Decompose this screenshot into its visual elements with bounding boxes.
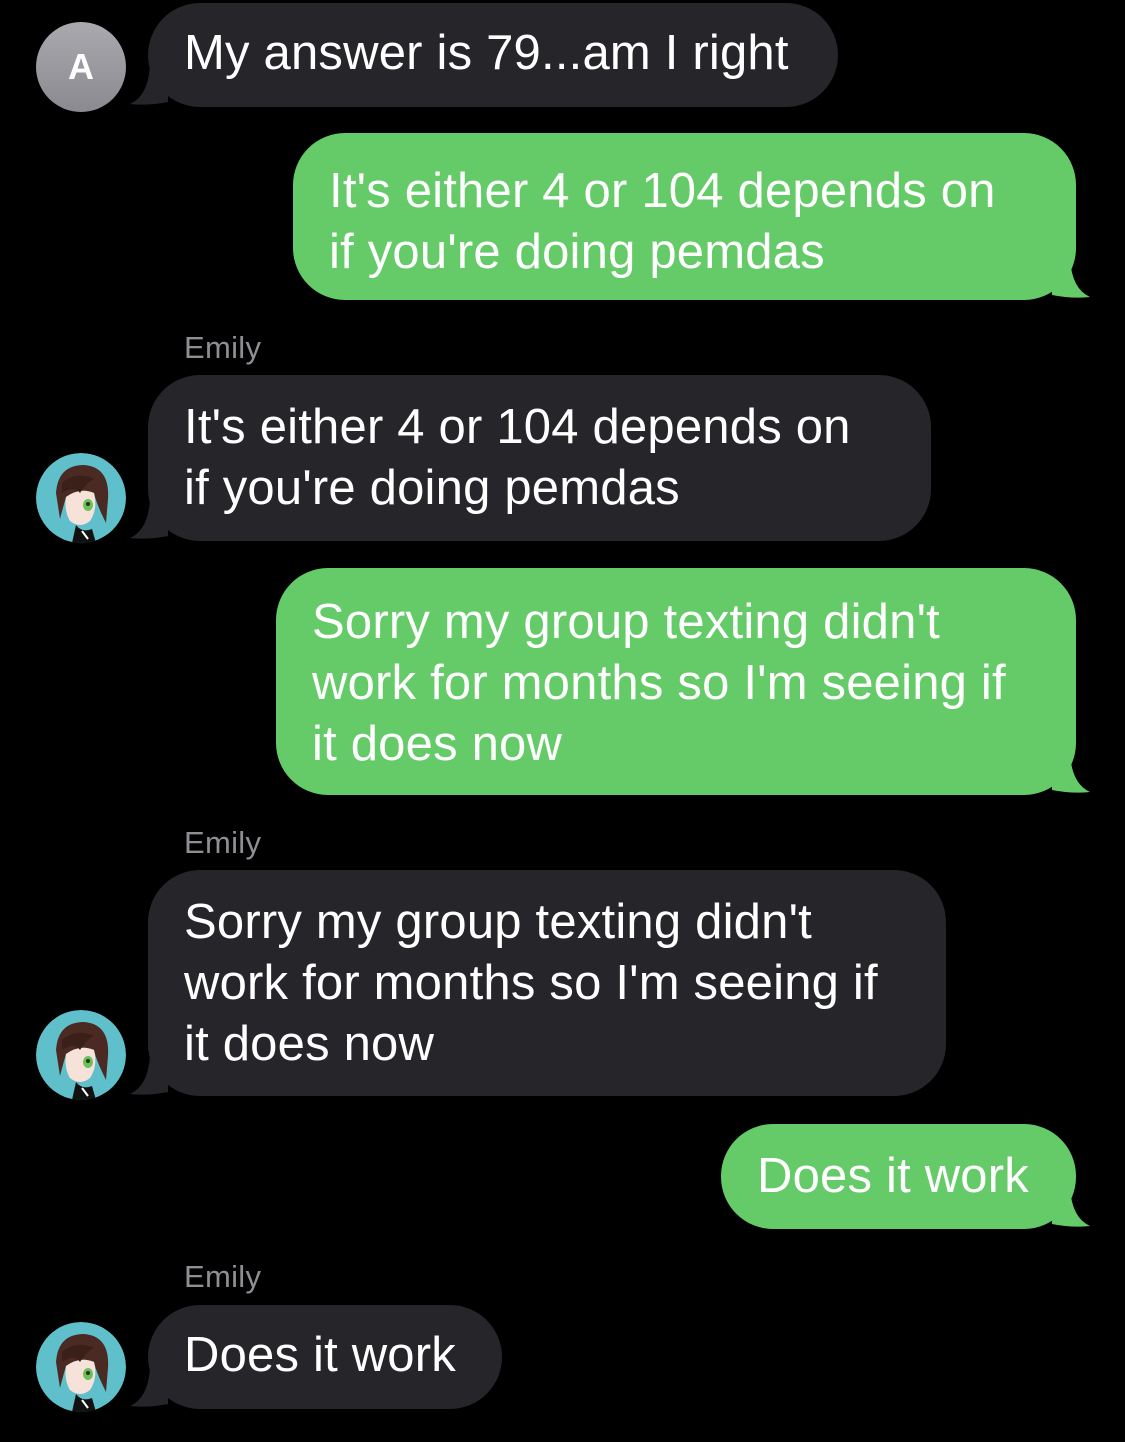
emily-avatar[interactable]	[36, 1010, 126, 1100]
message-text-line: it does now	[184, 1017, 435, 1071]
anime-girl-avatar-icon	[36, 1322, 126, 1412]
message-text-line: work for months so I'm seeing if	[184, 956, 878, 1010]
message-text-line: Sorry my group texting didn't	[312, 595, 940, 649]
message-text: Does it work	[757, 1149, 1029, 1203]
emily-avatar[interactable]	[36, 453, 126, 543]
incoming-message-bubble[interactable]: Does it work	[148, 1305, 502, 1409]
message-text-line: It's either 4 or 104 depends on	[329, 164, 996, 218]
anime-girl-avatar-icon	[36, 453, 126, 543]
outgoing-bubble-tail	[1052, 259, 1090, 298]
message-text: My answer is 79...am I right	[184, 26, 789, 80]
message-text-line: if you're doing pemdas	[329, 225, 825, 279]
anime-girl-avatar-icon	[36, 1010, 126, 1100]
message-text-line: if you're doing pemdas	[184, 461, 680, 515]
message-text-line: It's either 4 or 104 depends on	[184, 400, 851, 454]
message-text-line: it does now	[312, 717, 563, 771]
message-text-line: Sorry my group texting didn't	[184, 895, 812, 949]
contact-avatar-a[interactable]: A	[36, 22, 126, 112]
outgoing-bubble-tail	[1052, 1188, 1090, 1227]
outgoing-message-bubble[interactable]: It's either 4 or 104 depends on if you'r…	[293, 133, 1076, 300]
incoming-message-bubble[interactable]: It's either 4 or 104 depends on if you'r…	[148, 375, 931, 541]
outgoing-message-bubble[interactable]: Sorry my group texting didn't work for m…	[276, 568, 1076, 795]
avatar-letter: A	[68, 46, 94, 87]
message-thread: A My answer is 79...am I right It's eith…	[0, 0, 1125, 1442]
incoming-message-bubble[interactable]: My answer is 79...am I right	[148, 3, 838, 107]
sender-name: Emily	[184, 330, 262, 365]
outgoing-message-bubble[interactable]: Does it work	[721, 1124, 1076, 1229]
sender-name: Emily	[184, 825, 262, 860]
sender-name: Emily	[184, 1259, 262, 1294]
incoming-message-bubble[interactable]: Sorry my group texting didn't work for m…	[148, 870, 946, 1096]
message-text: Does it work	[184, 1328, 456, 1382]
message-text-line: work for months so I'm seeing if	[312, 656, 1006, 710]
outgoing-bubble-tail	[1052, 754, 1090, 793]
emily-avatar[interactable]	[36, 1322, 126, 1412]
